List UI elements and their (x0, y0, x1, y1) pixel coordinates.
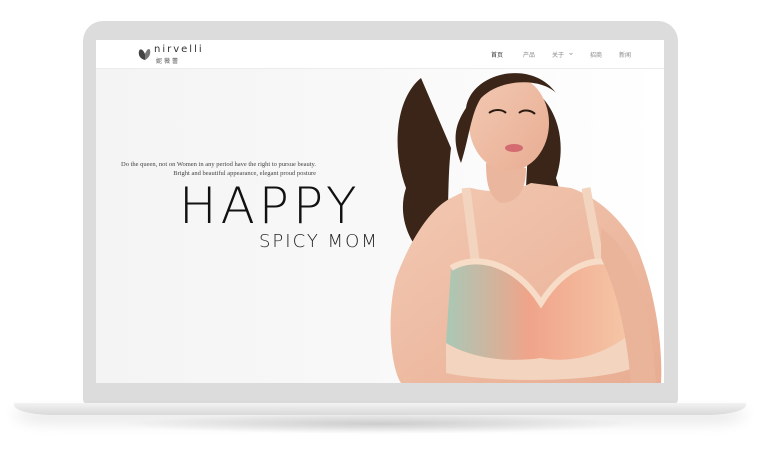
hero-subheadline: SPICY MOM (259, 231, 379, 252)
nav-item-label: 招商 (590, 53, 603, 59)
hero-headline: HAPPY (179, 177, 361, 235)
nav-item-products[interactable]: 产品 (523, 50, 535, 59)
screen: nirvelli 妮薇蕾 首页 产品 关于 招商 新闻 Do the queen… (96, 40, 664, 383)
hero-tagline-line1: Do the queen, not on Women in any period… (121, 161, 316, 168)
nav-item-about[interactable]: 关于 (552, 50, 573, 59)
navbar: nirvelli 妮薇蕾 首页 产品 关于 招商 新闻 (96, 40, 664, 69)
butterfly-icon[interactable] (137, 46, 153, 62)
brand-name[interactable]: nirvelli (154, 44, 204, 55)
nav-item-label: 产品 (523, 53, 536, 59)
nav-item-label: 新闻 (619, 53, 632, 59)
nav-item-investment[interactable]: 招商 (590, 50, 602, 59)
nav-item-label: 首页 (491, 53, 504, 59)
nav-item-news[interactable]: 新闻 (619, 50, 631, 59)
hero-banner: Do the queen, not on Women in any period… (96, 68, 664, 383)
nav-item-home[interactable]: 首页 (491, 50, 503, 59)
brand-chinese-name: 妮薇蕾 (156, 59, 181, 65)
laptop-base (14, 403, 746, 415)
laptop-shadow (120, 414, 640, 434)
chevron-down-icon (568, 52, 573, 56)
nav-item-label: 关于 (552, 53, 565, 59)
hero-tagline: Do the queen, not on Women in any period… (121, 160, 316, 178)
